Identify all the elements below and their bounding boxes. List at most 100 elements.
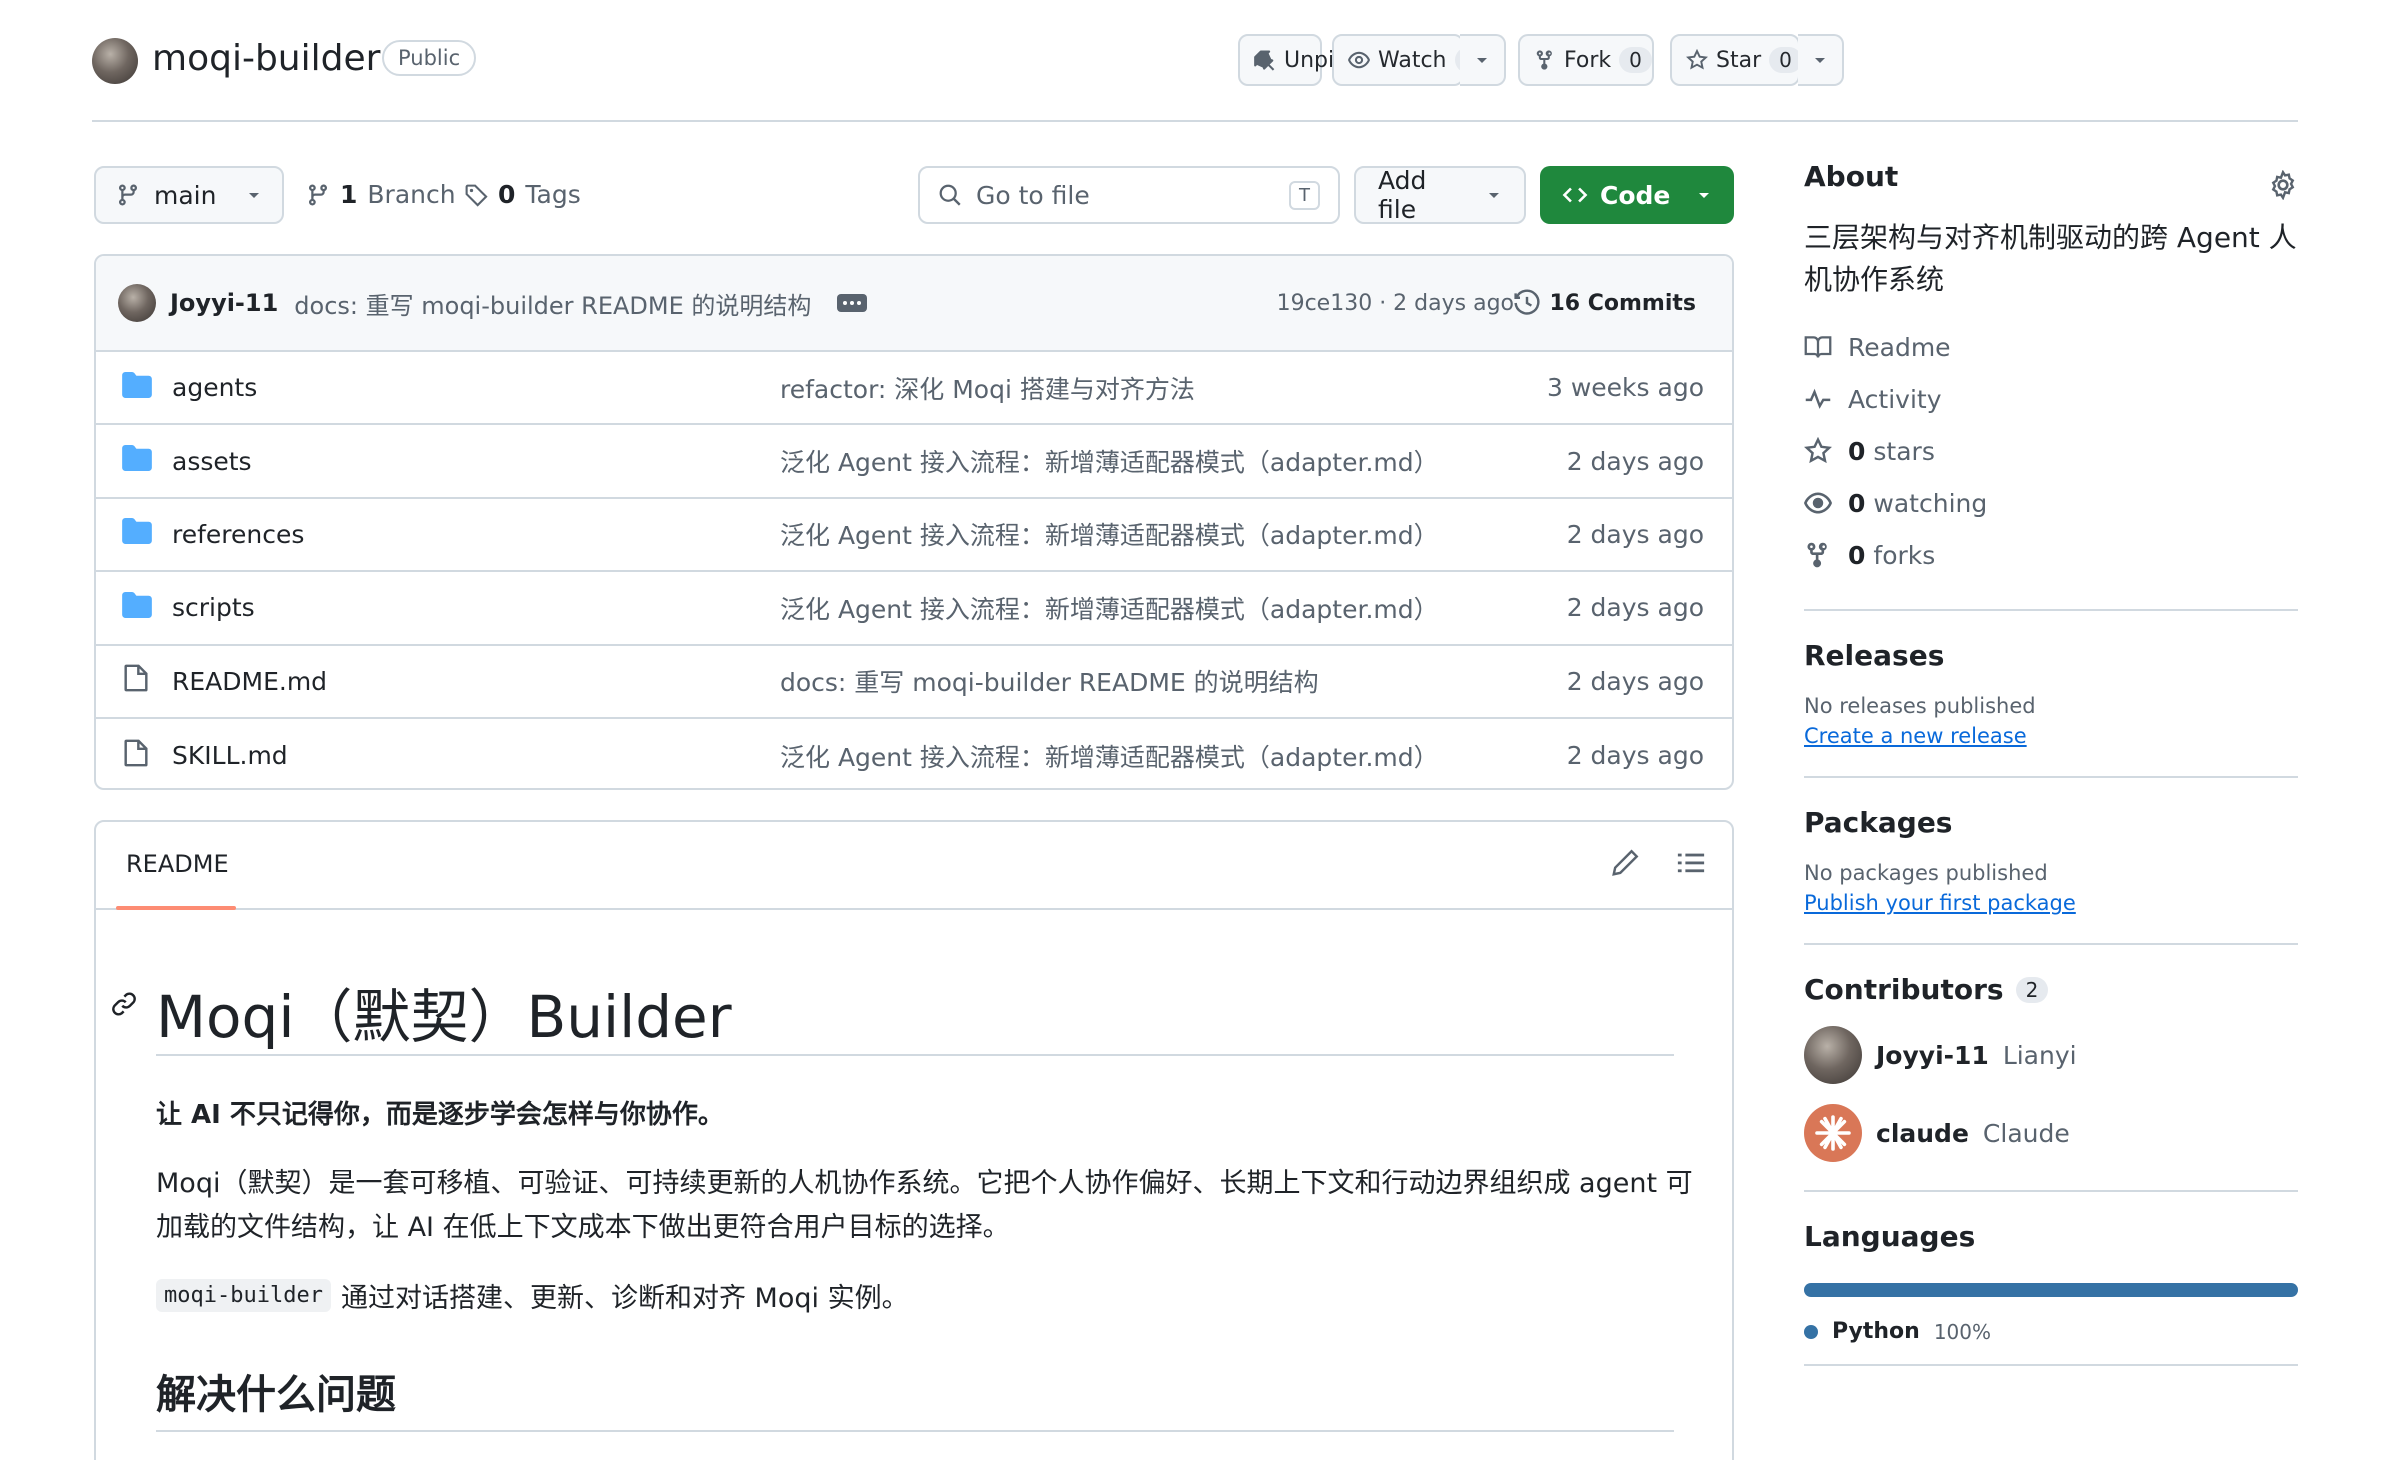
contributor-login: claude xyxy=(1876,1118,1969,1148)
star-dropdown[interactable] xyxy=(1798,34,1844,86)
file-name[interactable]: references xyxy=(172,520,304,549)
forks-label: forks xyxy=(1873,540,1936,570)
create-release-link[interactable]: Create a new release xyxy=(1804,724,2298,748)
stars-link[interactable]: 0 stars xyxy=(1804,425,2298,477)
folder-icon xyxy=(122,445,152,477)
tag-icon xyxy=(465,184,488,207)
watch-dropdown[interactable] xyxy=(1460,34,1506,86)
contributors-count: 2 xyxy=(2015,976,2049,1003)
go-to-file-input[interactable]: Go to file T xyxy=(918,166,1340,224)
caret-down-icon xyxy=(1477,58,1487,63)
fork-icon xyxy=(1536,50,1552,70)
search-icon xyxy=(939,184,961,206)
readme-title: Moqi（默契）Builder xyxy=(156,983,732,1051)
go-to-file-placeholder: Go to file xyxy=(976,180,1090,210)
file-commit-message[interactable]: 泛化 Agent 接入流程：新增薄适配器模式（adapter.md） xyxy=(780,590,1439,626)
folder-icon xyxy=(122,591,152,624)
file-date: 2 days ago xyxy=(1566,446,1704,476)
link-anchor-icon[interactable] xyxy=(110,990,138,1018)
git-branch-icon xyxy=(119,184,137,206)
add-file-label: Add file xyxy=(1378,166,1427,224)
commit-message[interactable]: docs: 重写 moqi-builder README 的说明结构 xyxy=(294,286,811,321)
file-row[interactable]: agents refactor: 深化 Moqi 搭建与对齐方法 3 weeks… xyxy=(96,352,1732,426)
code-button[interactable]: Code xyxy=(1540,166,1734,224)
watching-link[interactable]: 0 watching xyxy=(1804,477,2298,529)
caret-down-icon xyxy=(1699,193,1709,198)
activity-link[interactable]: Activity xyxy=(1804,373,2298,425)
tag-count: 0 xyxy=(498,180,516,209)
ellipsis-icon[interactable] xyxy=(837,294,868,312)
commits-label: 16 Commits xyxy=(1549,290,1696,316)
repo-name[interactable]: moqi-builder xyxy=(152,38,380,79)
watch-button[interactable]: Watch 0 xyxy=(1332,34,1488,86)
file-commit-message[interactable]: 泛化 Agent 接入流程：新增薄适配器模式（adapter.md） xyxy=(780,516,1439,552)
about-title: About xyxy=(1804,160,1899,193)
file-date: 2 days ago xyxy=(1566,593,1704,623)
tags-link[interactable]: 0 Tags xyxy=(464,180,581,209)
inline-code: moqi-builder xyxy=(156,1279,331,1312)
language-name: Python xyxy=(1832,1319,1920,1344)
outline-list-icon[interactable] xyxy=(1676,848,1706,878)
file-commit-message[interactable]: 泛化 Agent 接入流程：新增薄适配器模式（adapter.md） xyxy=(780,443,1439,479)
forks-link[interactable]: 0 forks xyxy=(1804,529,2298,581)
star-label: Star xyxy=(1716,47,1762,73)
contributor-name: Claude xyxy=(1982,1118,2070,1148)
language-item[interactable]: Python 100% xyxy=(1804,1319,2298,1344)
publish-package-link[interactable]: Publish your first package xyxy=(1804,891,2298,915)
star-icon xyxy=(1686,49,1708,70)
languages-title: Languages xyxy=(1804,1220,1976,1253)
eye-icon xyxy=(1348,51,1370,69)
contributors-title[interactable]: Contributors 2 xyxy=(1804,973,2298,1006)
file-name[interactable]: scripts xyxy=(172,593,255,622)
file-name[interactable]: SKILL.md xyxy=(172,741,288,770)
file-name[interactable]: README.md xyxy=(172,667,327,696)
commit-author[interactable]: Joyyi-11 xyxy=(170,289,278,317)
file-row[interactable]: scripts 泛化 Agent 接入流程：新增薄适配器模式（adapter.m… xyxy=(96,572,1732,646)
commits-link[interactable]: 16 Commits xyxy=(1513,289,1696,317)
file-row[interactable]: references 泛化 Agent 接入流程：新增薄适配器模式（adapte… xyxy=(96,499,1732,573)
contributor-item[interactable]: Joyyi-11 Lianyi xyxy=(1804,1026,2298,1084)
commit-author-avatar[interactable] xyxy=(118,284,156,322)
folder-icon xyxy=(122,518,152,550)
file-commit-message[interactable]: docs: 重写 moqi-builder README 的说明结构 xyxy=(780,663,1319,699)
fork-count: 0 xyxy=(1619,47,1652,73)
file-name[interactable]: agents xyxy=(172,373,257,402)
add-file-button[interactable]: Add file xyxy=(1354,166,1526,224)
forks-count: 0 xyxy=(1848,540,1866,570)
readme-link[interactable]: Readme xyxy=(1804,321,2298,373)
star-button[interactable]: Star 0 xyxy=(1670,34,1802,86)
file-commit-message[interactable]: 泛化 Agent 接入流程：新增薄适配器模式（adapter.md） xyxy=(780,738,1439,774)
file-name[interactable]: assets xyxy=(172,447,252,476)
sidebar: About 三层架构与对齐机制驱动的跨 Agent 人机协作系统 Readme … xyxy=(1804,160,2298,1394)
pin-icon xyxy=(1254,50,1275,71)
owner-avatar[interactable] xyxy=(92,38,138,84)
releases-title[interactable]: Releases xyxy=(1804,639,2298,672)
sidebar-divider xyxy=(1804,609,2298,611)
tab-readme[interactable]: README xyxy=(126,850,229,878)
gear-icon[interactable] xyxy=(2268,170,2298,200)
contributor-avatar xyxy=(1804,1026,1862,1084)
file-commit-message[interactable]: refactor: 深化 Moqi 搭建与对齐方法 xyxy=(780,370,1195,406)
fork-button[interactable]: Fork 0 xyxy=(1518,34,1654,86)
branch-name: main xyxy=(154,180,217,210)
unpin-button[interactable]: Unpin xyxy=(1238,34,1348,86)
contributor-item[interactable]: claude Claude xyxy=(1804,1104,2298,1162)
file-row[interactable]: SKILL.md 泛化 Agent 接入流程：新增薄适配器模式（adapter.… xyxy=(96,719,1732,788)
readme-tab-bar: README xyxy=(96,822,1732,910)
pencil-icon[interactable] xyxy=(1610,848,1640,878)
star-count: 0 xyxy=(1769,47,1802,73)
file-date: 2 days ago xyxy=(1566,519,1704,549)
readme-link-label: Readme xyxy=(1848,332,1951,362)
file-row[interactable]: assets 泛化 Agent 接入流程：新增薄适配器模式（adapter.md… xyxy=(96,425,1732,499)
branch-selector[interactable]: main xyxy=(94,166,284,224)
file-row[interactable]: README.md docs: 重写 moqi-builder README 的… xyxy=(96,646,1732,719)
packages-title[interactable]: Packages xyxy=(1804,806,2298,839)
stars-label: stars xyxy=(1873,436,1935,466)
readme-tagline: 让 AI 不只记得你，而是逐步学会怎样与你协作。 xyxy=(156,1100,724,1130)
sidebar-divider xyxy=(1804,1364,2298,1366)
branches-link[interactable]: 1 Branch xyxy=(306,180,456,209)
claude-logo-icon xyxy=(1804,1104,1862,1162)
caret-down-icon xyxy=(1489,193,1500,198)
fork-icon xyxy=(1807,542,1827,568)
commit-hash-time[interactable]: 19ce130 · 2 days ago xyxy=(1277,291,1514,316)
